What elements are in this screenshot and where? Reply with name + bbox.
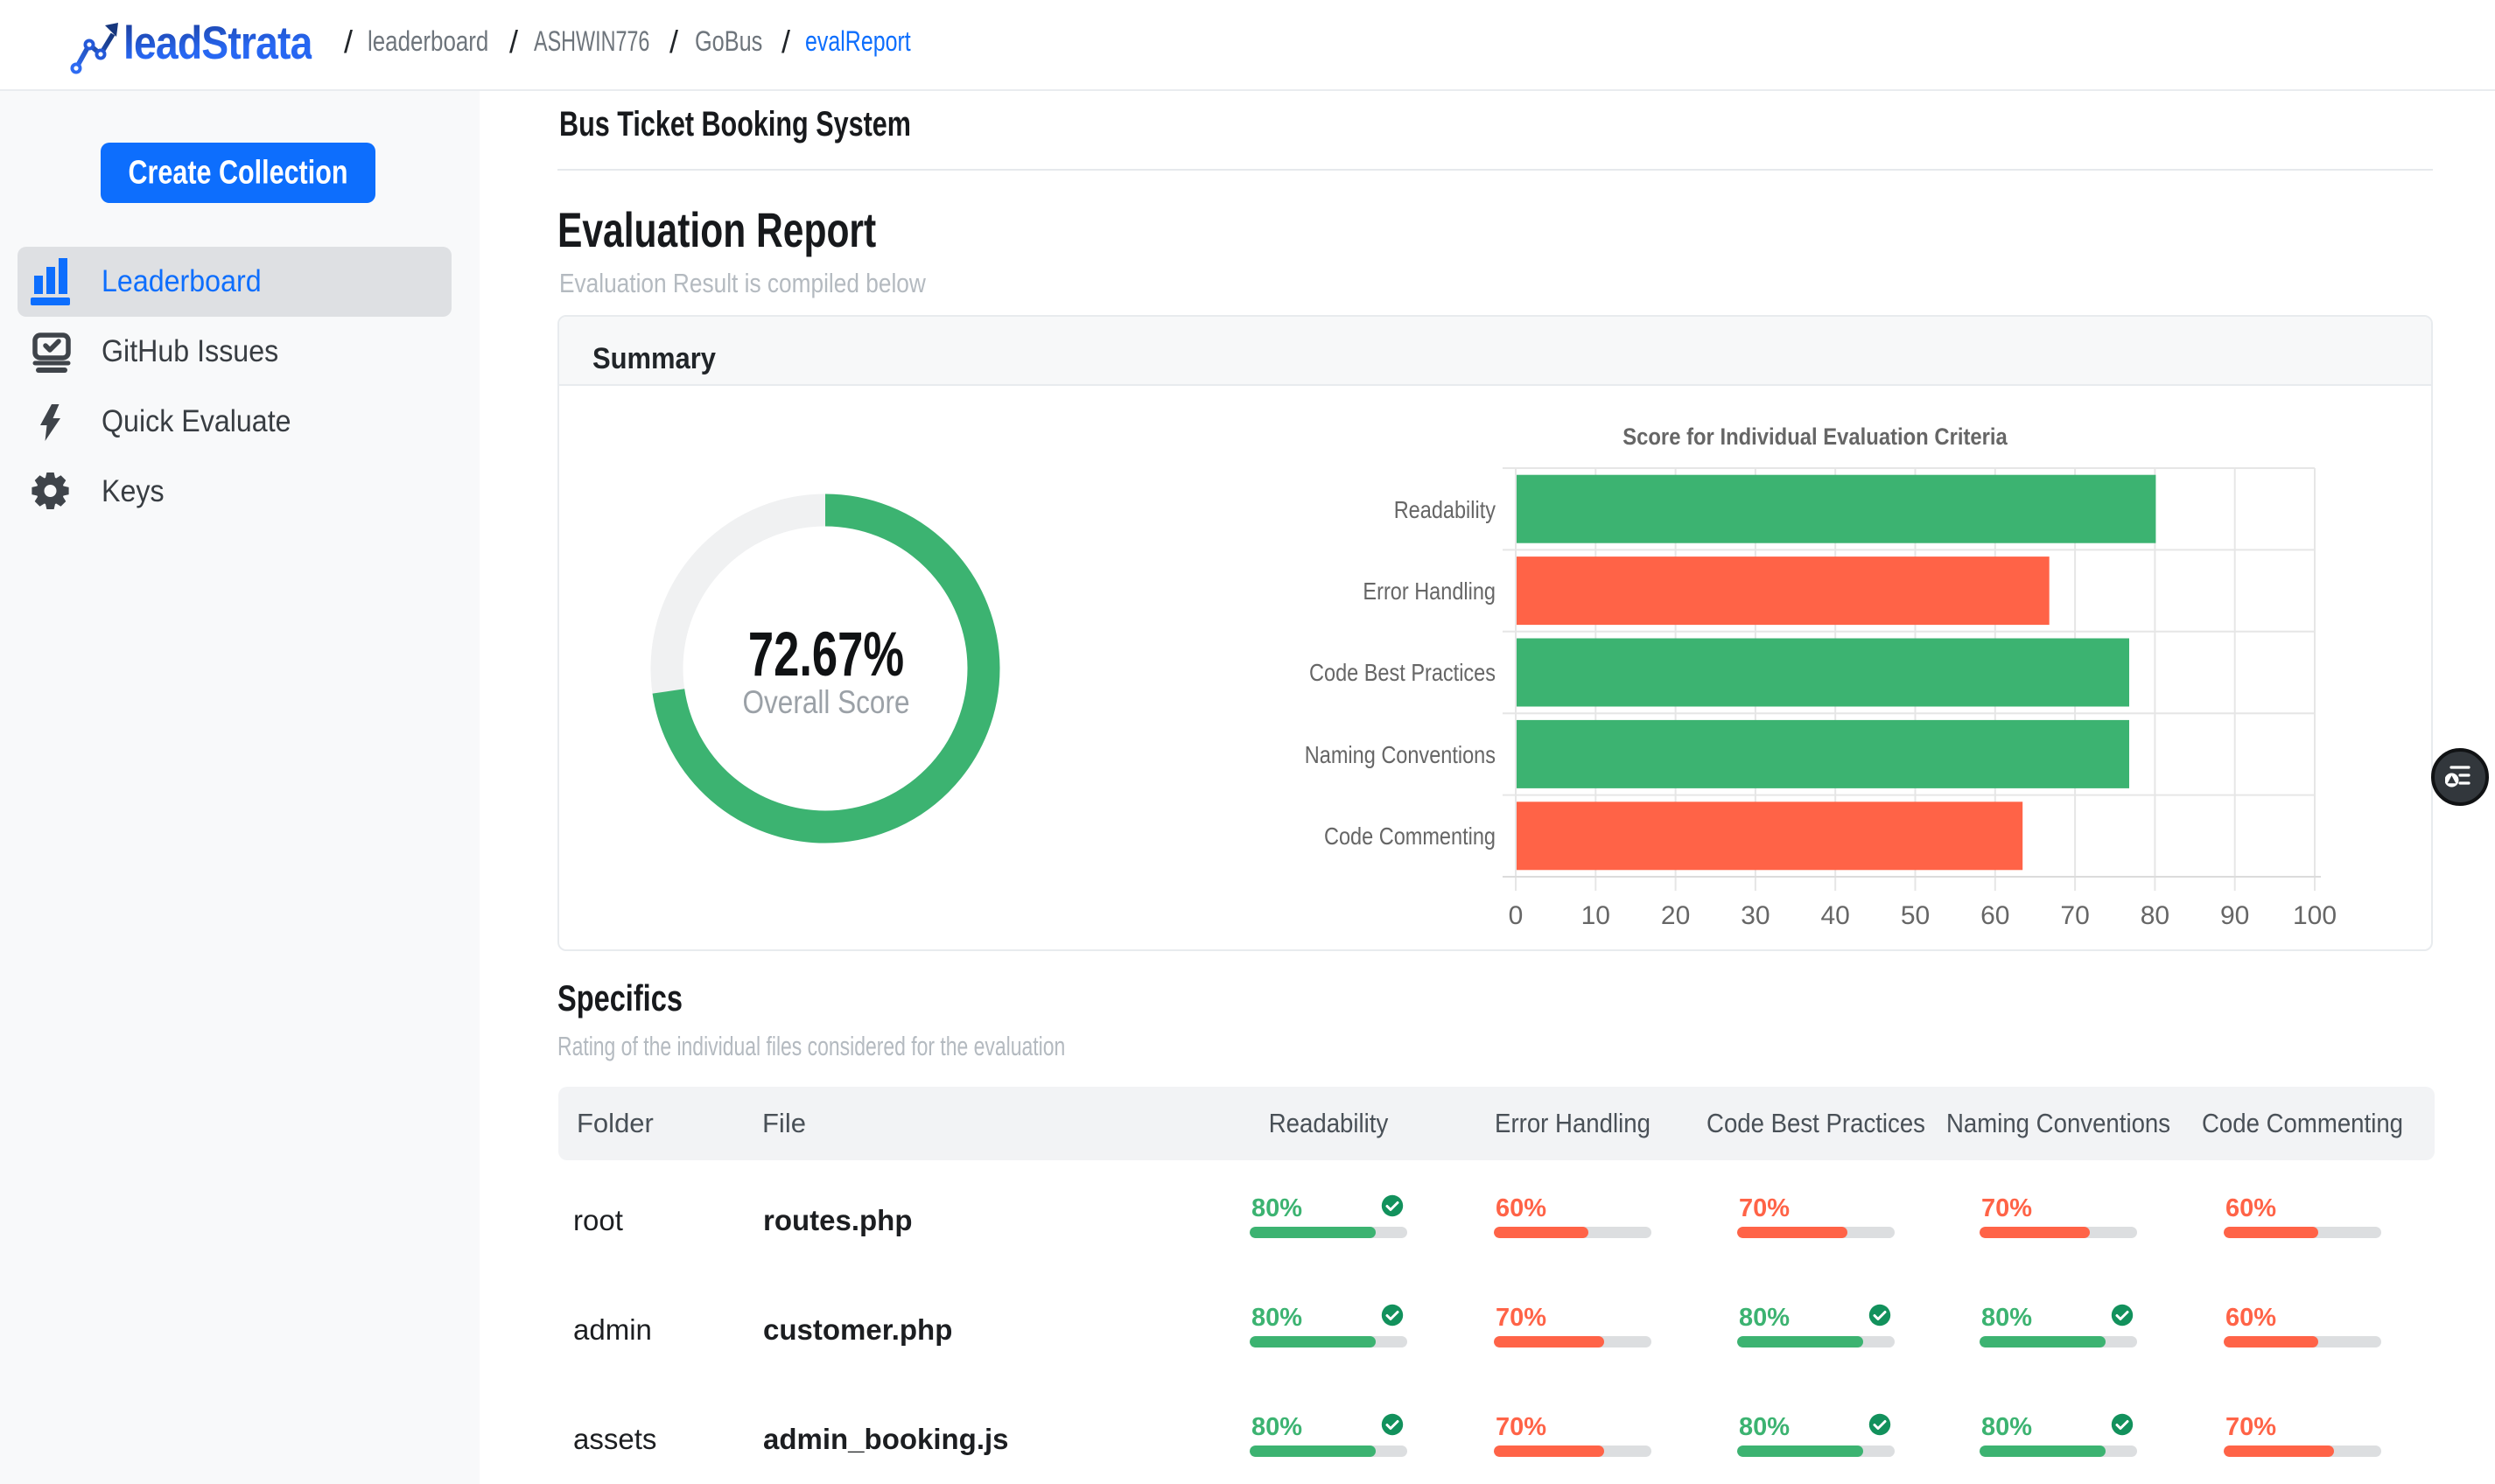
svg-text:40: 40 <box>1821 901 1850 930</box>
svg-text:Readability: Readability <box>1394 497 1496 523</box>
svg-text:80: 80 <box>2141 901 2169 930</box>
svg-text:20: 20 <box>1661 901 1690 930</box>
svg-text:70: 70 <box>2060 901 2089 930</box>
svg-text:Naming Conventions: Naming Conventions <box>1305 742 1496 768</box>
svg-text:Code Best Practices: Code Best Practices <box>1309 660 1496 686</box>
svg-text:Score for Individual Evaluatio: Score for Individual Evaluation Criteria <box>1622 424 2008 451</box>
svg-text:Error Handling: Error Handling <box>1363 578 1496 605</box>
svg-text:60: 60 <box>1980 901 2009 930</box>
svg-text:30: 30 <box>1741 901 1770 930</box>
svg-text:10: 10 <box>1581 901 1610 930</box>
svg-text:0: 0 <box>1509 901 1524 930</box>
svg-text:90: 90 <box>2220 901 2249 930</box>
svg-text:50: 50 <box>1901 901 1930 930</box>
svg-text:Code Commenting: Code Commenting <box>1324 823 1496 850</box>
svg-text:100: 100 <box>2293 901 2337 930</box>
